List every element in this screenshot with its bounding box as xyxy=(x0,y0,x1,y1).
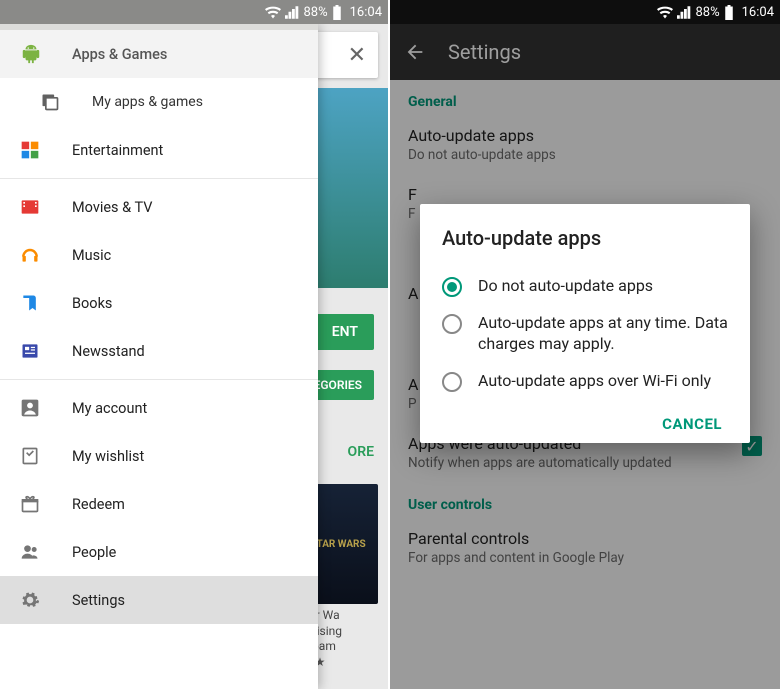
drawer-label: Newsstand xyxy=(72,343,145,360)
drawer-header-apps-games[interactable]: Apps & Games xyxy=(0,30,318,78)
tiles-icon xyxy=(20,140,40,160)
radio-label: Do not auto-update apps xyxy=(478,276,653,297)
drawer-item-redeem[interactable]: Redeem xyxy=(0,480,318,528)
apps-icon xyxy=(40,92,60,112)
drawer-label: Music xyxy=(72,247,111,264)
radio-option-any-time[interactable]: Auto-update apps at any time. Data charg… xyxy=(442,305,728,363)
battery-pct: 88% xyxy=(303,5,327,20)
drawer-item-my-account[interactable]: My account xyxy=(0,384,318,432)
drawer-label: People xyxy=(72,544,116,561)
more-link-partial[interactable]: ORE xyxy=(348,444,374,460)
clock: 16:04 xyxy=(350,5,382,20)
close-icon[interactable]: ✕ xyxy=(348,43,366,68)
drawer-label: Settings xyxy=(72,592,125,609)
navigation-drawer: Apps & Games My apps & games Entertainme… xyxy=(0,24,318,689)
people-icon xyxy=(20,542,40,562)
radio-option-wifi-only[interactable]: Auto-update apps over Wi-Fi only xyxy=(442,363,728,400)
drawer-item-books[interactable]: Books xyxy=(0,279,318,327)
books-icon xyxy=(20,293,40,313)
drawer-item-entertainment[interactable]: Entertainment xyxy=(0,126,318,174)
install-button-partial[interactable]: ENT xyxy=(316,314,374,350)
wifi-icon xyxy=(657,6,673,19)
battery-icon xyxy=(724,5,734,20)
radio-selected-icon[interactable] xyxy=(442,277,462,297)
radio-label: Auto-update apps at any time. Data charg… xyxy=(478,313,728,355)
radio-unselected-icon[interactable] xyxy=(442,372,462,392)
clock: 16:04 xyxy=(742,5,774,20)
radio-label: Auto-update apps over Wi-Fi only xyxy=(478,371,711,392)
drawer-label: Books xyxy=(72,295,112,312)
dialog-title: Auto-update apps xyxy=(442,226,728,250)
drawer-label: My wishlist xyxy=(72,448,144,465)
drawer-label: Redeem xyxy=(72,496,125,513)
cell-signal-icon xyxy=(677,6,691,19)
drawer-label: My account xyxy=(72,400,147,417)
account-icon xyxy=(20,398,40,418)
radio-unselected-icon[interactable] xyxy=(442,314,462,334)
movies-icon xyxy=(20,197,40,217)
music-icon xyxy=(20,245,40,265)
drawer-label: My apps & games xyxy=(92,94,203,110)
drawer-item-movies[interactable]: Movies & TV xyxy=(0,183,318,231)
battery-icon xyxy=(332,5,342,20)
status-bar: 88% 16:04 xyxy=(0,0,388,24)
status-bar: 88% 16:04 xyxy=(390,0,780,24)
wishlist-icon xyxy=(20,446,40,466)
drawer-item-newsstand[interactable]: Newsstand xyxy=(0,327,318,375)
android-icon xyxy=(20,43,42,65)
newsstand-icon xyxy=(20,341,40,361)
screenshot-right: 88% 16:04 Settings General Auto-update a… xyxy=(390,0,780,689)
dialog-auto-update: Auto-update apps Do not auto-update apps… xyxy=(420,204,750,443)
drawer-item-my-wishlist[interactable]: My wishlist xyxy=(0,432,318,480)
gear-icon xyxy=(20,590,40,610)
radio-option-do-not-update[interactable]: Do not auto-update apps xyxy=(442,268,728,305)
drawer-item-settings[interactable]: Settings xyxy=(0,576,318,624)
battery-pct: 88% xyxy=(695,5,719,20)
drawer-item-people[interactable]: People xyxy=(0,528,318,576)
redeem-icon xyxy=(20,494,40,514)
screenshot-left: 88% 16:04 ✕ ENT TEGORIES ORE STAR WARS S… xyxy=(0,0,390,689)
drawer-label: Movies & TV xyxy=(72,199,152,216)
drawer-item-my-apps[interactable]: My apps & games xyxy=(0,78,318,126)
cell-signal-icon xyxy=(285,6,299,19)
cancel-button[interactable]: CANCEL xyxy=(656,407,728,441)
drawer-label: Entertainment xyxy=(72,142,163,159)
drawer-header-label: Apps & Games xyxy=(72,46,167,63)
drawer-item-music[interactable]: Music xyxy=(0,231,318,279)
wifi-icon xyxy=(265,6,281,19)
